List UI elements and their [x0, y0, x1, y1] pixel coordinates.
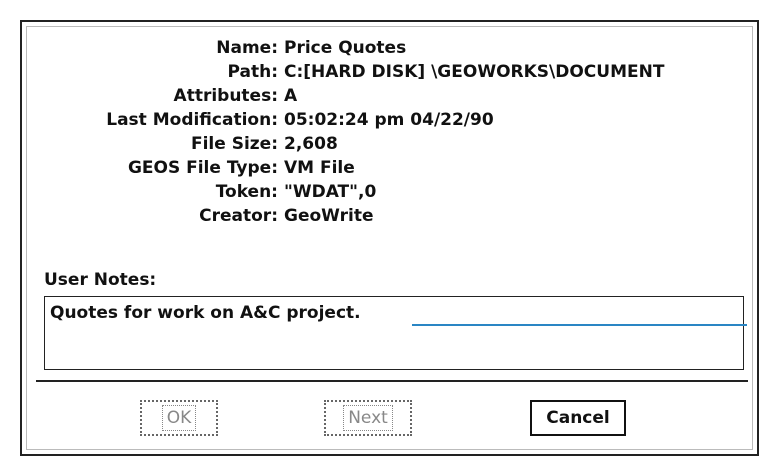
token-label: Token: [215, 182, 278, 202]
creator-label: Creator: [199, 206, 278, 226]
user-notes-label: User Notes: [44, 270, 157, 290]
file-info-dialog: Name: Price Quotes Path: C:[HARD DISK] \… [20, 20, 759, 456]
button-separator [36, 380, 748, 382]
geos-file-type-label: GEOS File Type: [127, 158, 278, 178]
creator-value: GeoWrite [284, 206, 374, 226]
last-modification-value: 05:02:24 pm 04/22/90 [284, 110, 494, 130]
attributes-value: A [284, 86, 298, 106]
file-size-value: 2,608 [284, 134, 338, 154]
path-label: Path: [227, 62, 278, 82]
path-value: C:[HARD DISK] \GEOWORKS\DOCUMENT [284, 62, 665, 82]
user-notes-text: Quotes for work on A&C project. [50, 303, 361, 323]
ok-button-label: OK [161, 405, 197, 431]
info-row-token: Token: "WDAT",0 [22, 180, 752, 204]
info-row-creator: Creator: GeoWrite [22, 204, 752, 228]
info-row-path: Path: C:[HARD DISK] \GEOWORKS\DOCUMENT [22, 60, 752, 84]
geos-file-type-value: VM File [284, 158, 355, 178]
attributes-label: Attributes: [173, 86, 278, 106]
file-size-label: File Size: [190, 134, 278, 154]
callout-pointer-line [412, 324, 747, 326]
token-value: "WDAT",0 [284, 182, 377, 202]
info-row-name: Name: Price Quotes [22, 36, 752, 60]
info-row-last-modification: Last Modification: 05:02:24 pm 04/22/90 [22, 108, 752, 132]
name-value: Price Quotes [284, 38, 407, 58]
info-row-geos-file-type: GEOS File Type: VM File [22, 156, 752, 180]
name-label: Name: [216, 38, 278, 58]
user-notes-field[interactable]: Quotes for work on A&C project. [44, 296, 744, 370]
info-row-file-size: File Size: 2,608 [22, 132, 752, 156]
cancel-button[interactable]: Cancel [530, 400, 626, 436]
cancel-button-label: Cancel [546, 408, 610, 428]
info-row-attributes: Attributes: A [22, 84, 752, 108]
next-button[interactable]: Next [324, 400, 412, 436]
last-modification-label: Last Modification: [106, 110, 278, 130]
ok-button[interactable]: OK [140, 400, 218, 436]
next-button-label: Next [343, 405, 393, 431]
